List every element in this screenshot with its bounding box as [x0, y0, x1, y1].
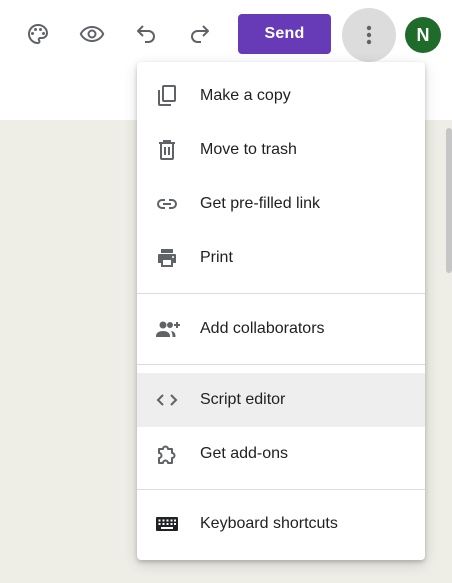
menu-item-keyboard-shortcuts[interactable]: Keyboard shortcuts: [137, 497, 425, 551]
copy-icon: [158, 85, 176, 106]
more-vert-icon: [366, 25, 372, 45]
undo-icon[interactable]: [126, 14, 166, 54]
menu-item-add-collaborators[interactable]: Add collaborators: [137, 302, 425, 356]
menu-item-make-a-copy[interactable]: Make a copy: [137, 69, 425, 123]
menu-item-get-pre-filled-link[interactable]: Get pre-filled link: [137, 177, 425, 231]
menu-item-label: Script editor: [200, 391, 286, 408]
keyboard-icon: [156, 517, 178, 531]
menu-divider: [137, 489, 425, 490]
menu-item-label: Get pre-filled link: [200, 195, 321, 212]
redo-icon[interactable]: [180, 14, 220, 54]
print-icon: [158, 249, 176, 267]
link-icon: [157, 199, 177, 209]
scrollbar-thumb[interactable]: [446, 128, 452, 273]
send-button[interactable]: Send: [238, 14, 331, 54]
menu-item-label: Make a copy: [200, 87, 291, 104]
menu-item-label: Add collaborators: [200, 320, 325, 337]
menu-item-label: Print: [200, 249, 233, 266]
more-options-button[interactable]: [342, 8, 396, 62]
eye-icon[interactable]: [72, 14, 112, 54]
more-options-menu: Make a copy Move to trash Get pre-filled…: [137, 62, 425, 560]
menu-item-print[interactable]: Print: [137, 231, 425, 285]
avatar[interactable]: N: [405, 17, 441, 53]
palette-icon[interactable]: [18, 14, 58, 54]
menu-item-get-add-ons[interactable]: Get add-ons: [137, 427, 425, 481]
menu-item-move-to-trash[interactable]: Move to trash: [137, 123, 425, 177]
menu-divider: [137, 364, 425, 365]
menu-item-label: Keyboard shortcuts: [200, 515, 338, 532]
menu-divider: [137, 293, 425, 294]
puzzle-icon: [158, 445, 176, 464]
menu-item-script-editor[interactable]: Script editor: [137, 373, 425, 427]
trash-icon: [159, 140, 175, 160]
menu-item-label: Move to trash: [200, 141, 297, 158]
add-people-icon: [156, 321, 180, 337]
code-icon: [156, 394, 178, 406]
menu-item-label: Get add-ons: [200, 445, 289, 462]
